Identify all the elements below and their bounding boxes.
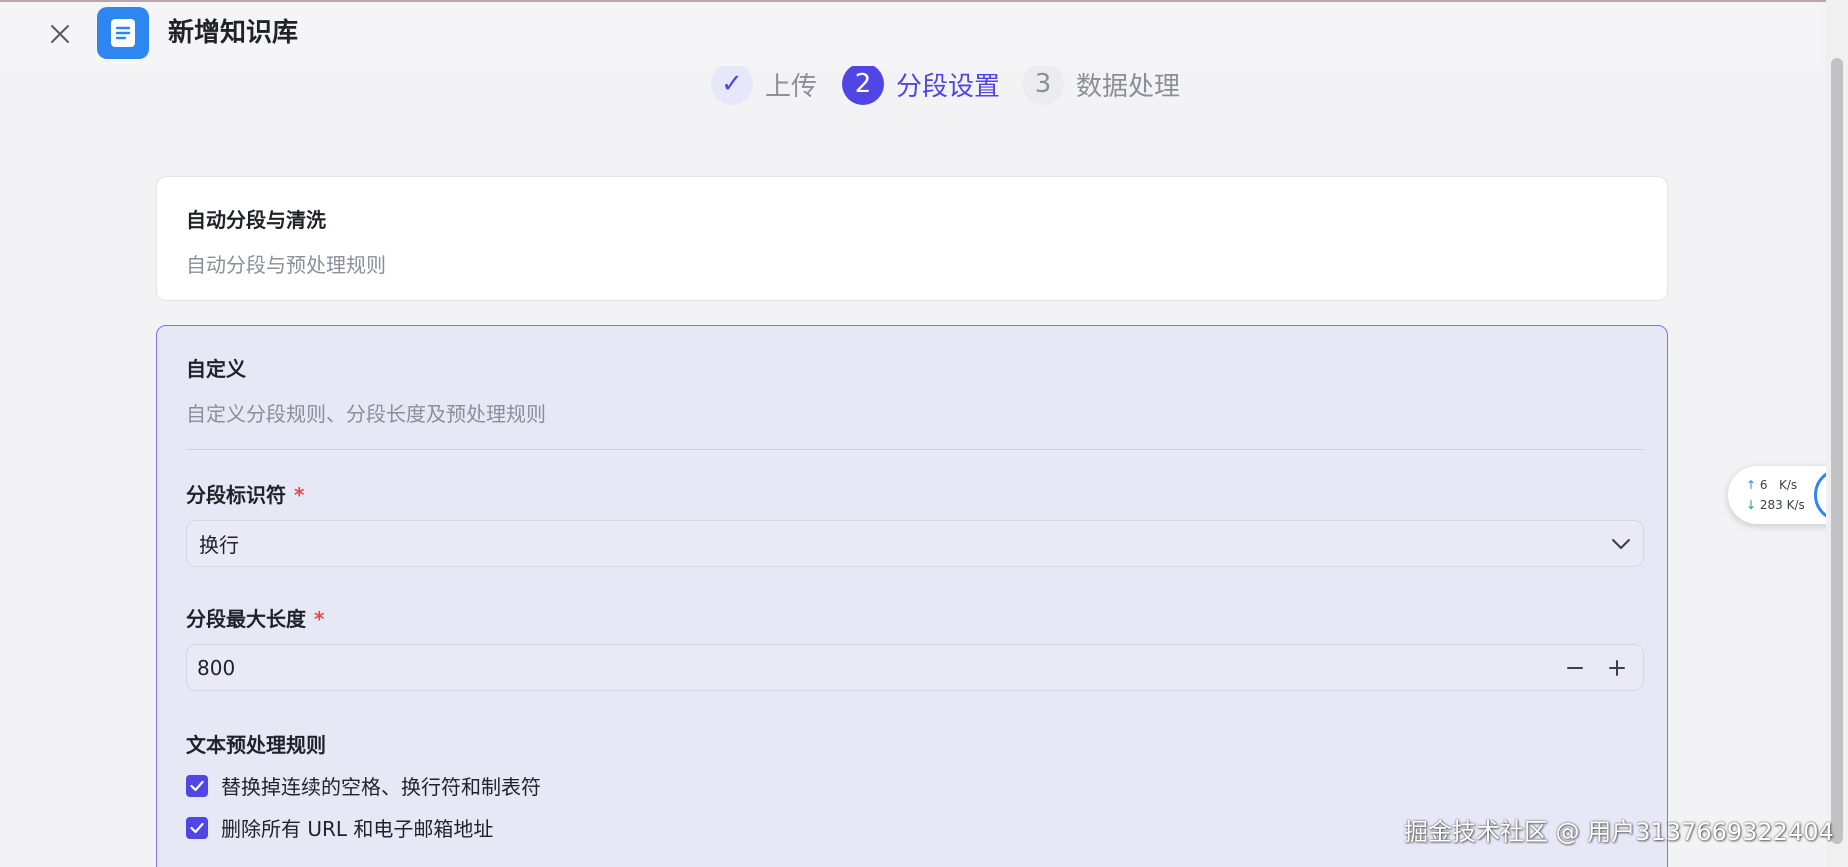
chevron-down-icon	[1612, 538, 1630, 549]
watermark: 掘金技术社区 @ 用户3137669322404	[1404, 818, 1834, 846]
step-number: 3	[1022, 66, 1064, 105]
scrollbar-thumb[interactable]	[1831, 58, 1843, 844]
field-label-text: 分段标识符	[186, 483, 286, 507]
separator-select[interactable]: 换行	[186, 520, 1644, 567]
close-button[interactable]	[44, 18, 76, 50]
download-arrow-icon: ↓	[1746, 498, 1757, 512]
select-value: 换行	[199, 533, 239, 557]
option-description: 自动分段与预处理规则	[186, 253, 386, 277]
increment-button[interactable]	[1601, 652, 1633, 684]
option-title: 自动分段与清洗	[186, 208, 326, 232]
stepper: ✓ 上传 2 分段设置 3 数据处理	[0, 66, 1820, 106]
field-label-text: 分段最大长度	[186, 607, 306, 631]
checkbox-label: 替换掉连续的空格、换行符和制表符	[221, 775, 541, 799]
decrement-button[interactable]	[1559, 652, 1591, 684]
max-length-stepper: 800	[186, 644, 1644, 691]
required-mark: *	[294, 483, 305, 507]
divider	[186, 449, 1644, 450]
max-length-input[interactable]: 800	[197, 656, 1549, 680]
rule-remove-urls-emails[interactable]: 删除所有 URL 和电子邮箱地址	[186, 813, 493, 842]
step-label: 数据处理	[1076, 71, 1181, 102]
step-upload[interactable]: ✓ 上传	[711, 66, 817, 106]
upload-speed-unit: K/s	[1778, 478, 1798, 492]
upload-arrow-icon: ↑	[1746, 478, 1757, 492]
step-check-icon: ✓	[711, 66, 753, 105]
checkbox[interactable]	[186, 774, 208, 797]
auto-segment-option-card[interactable]: 自动分段与清洗 自动分段与预处理规则	[156, 176, 1668, 301]
step-segment-settings[interactable]: 2 分段设置	[842, 66, 1000, 106]
upload-speed-value: 6	[1759, 478, 1768, 492]
step-label: 上传	[765, 71, 818, 102]
check-icon	[190, 780, 204, 791]
close-icon	[51, 25, 69, 43]
separator-label: 分段标识符 *	[186, 479, 304, 508]
step-label: 分段设置	[896, 71, 1001, 102]
option-title: 自定义	[186, 357, 246, 381]
preprocess-label: 文本预处理规则	[186, 733, 326, 757]
minus-icon	[1567, 666, 1583, 669]
max-length-label: 分段最大长度 *	[186, 603, 324, 632]
step-number: 2	[842, 66, 884, 105]
required-mark: *	[314, 607, 325, 631]
page-title: 新增知识库	[168, 18, 299, 48]
download-speed-value: 283	[1759, 498, 1783, 512]
upload-speed: ↑ 6 K/s	[1746, 478, 1797, 492]
header: 新增知识库	[0, 2, 1820, 68]
plus-icon	[1609, 659, 1625, 676]
custom-segment-option-card[interactable]: 自定义 自定义分段规则、分段长度及预处理规则 分段标识符 * 换行 分段最大长度 *…	[156, 325, 1668, 867]
knowledge-base-app-icon	[97, 7, 149, 59]
step-data-processing[interactable]: 3 数据处理	[1022, 66, 1180, 106]
checkbox[interactable]	[186, 816, 208, 839]
download-speed-unit: K/s	[1786, 498, 1805, 512]
download-speed: ↓ 283 K/s	[1746, 498, 1805, 512]
check-icon	[190, 822, 204, 833]
option-description: 自定义分段规则、分段长度及预处理规则	[186, 402, 546, 426]
document-icon	[111, 19, 135, 47]
rule-replace-whitespace[interactable]: 替换掉连续的空格、换行符和制表符	[186, 771, 541, 800]
checkbox-label: 删除所有 URL 和电子邮箱地址	[221, 817, 494, 841]
vertical-scrollbar[interactable]	[1826, 0, 1848, 867]
